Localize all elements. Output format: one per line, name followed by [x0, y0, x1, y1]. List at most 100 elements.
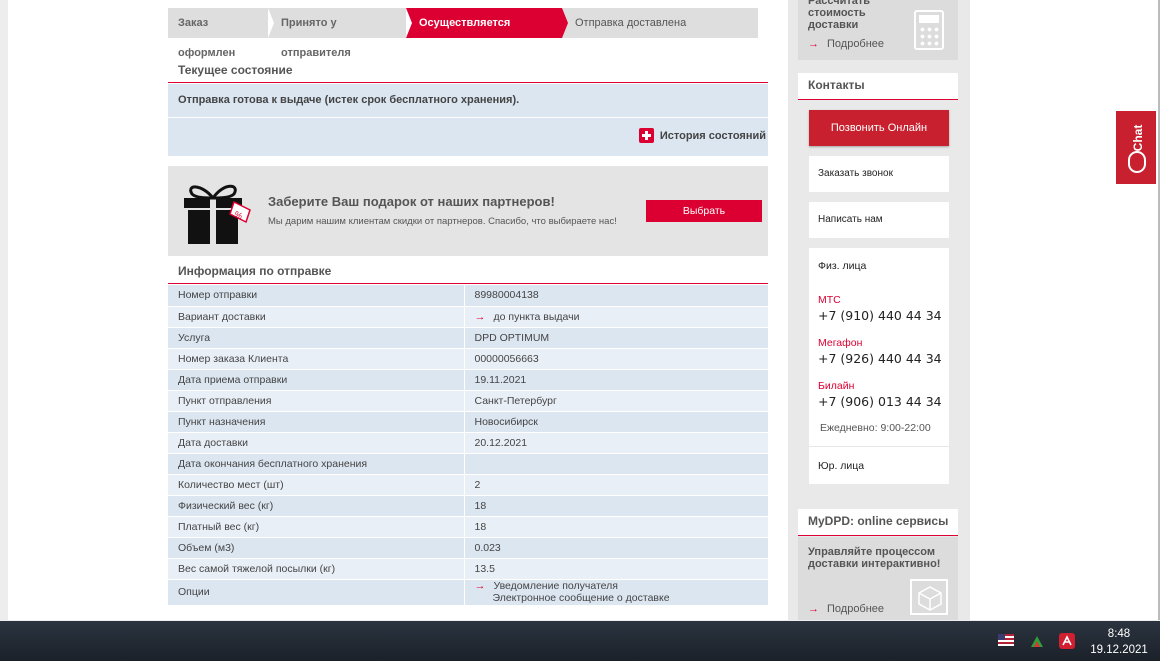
divider: [809, 446, 949, 447]
table-row: Дата доставки 20.12.2021: [168, 432, 768, 454]
row-label: Дата приема отправки: [168, 369, 465, 391]
contacts-title: Контакты: [798, 73, 958, 100]
row-value: 00000056663: [464, 348, 768, 370]
table-row: Вес самой тяжелой посылки (кг) 13.5: [168, 558, 768, 580]
row-value: 13.5: [464, 558, 768, 580]
row-value: 18: [464, 495, 768, 517]
clock-time: 8:48: [1107, 628, 1131, 640]
mydpd-text: Управляйте процессом доставки интерактив…: [808, 546, 941, 570]
phone-number[interactable]: +7 (906) 013 44 34: [818, 394, 942, 409]
row-label: Пункт назначения: [168, 411, 465, 433]
chat-icon: [1128, 151, 1146, 173]
row-label: Пункт отправления: [168, 390, 465, 412]
row-label: Физический вес (кг): [168, 495, 465, 517]
parcel-icon: [910, 579, 948, 615]
working-hours: Ежедневно: 9:00-22:00: [820, 422, 931, 434]
row-label: Количество мест (шт): [168, 474, 465, 496]
clock-date: 19.12.2021: [1090, 644, 1148, 656]
table-row: Платный вес (кг) 18: [168, 516, 768, 538]
row-value: [464, 453, 768, 475]
call-online-button[interactable]: Позвонить Онлайн: [809, 110, 949, 146]
table-row: Пункт отправления Санкт-Петербург: [168, 390, 768, 412]
mydpd-more-link[interactable]: → Подробнее: [808, 603, 884, 615]
table-row: Услуга DPD OPTIMUM: [168, 327, 768, 349]
row-value: 19.11.2021: [464, 369, 768, 391]
progress-steps: Заказ оформлен Принято у отправителя Осу…: [168, 8, 758, 59]
option-item[interactable]: → Уведомление получателя: [475, 580, 769, 592]
step-in-transit: Осуществляется перевозка: [406, 8, 568, 59]
row-label: Номер заказа Клиента: [168, 348, 465, 370]
row-label: Опции: [168, 579, 465, 606]
phones-panel: Физ. лица МТС +7 (910) 440 44 34 Мегафон…: [809, 248, 949, 484]
choose-button[interactable]: Выбрать: [646, 200, 762, 222]
row-value: 89980004138: [464, 285, 768, 307]
divider: [168, 117, 768, 118]
status-text: Отправка готова к выдаче (истек срок бес…: [178, 94, 520, 106]
table-row: Объем (м3) 0.023: [168, 537, 768, 559]
row-value: 0.023: [464, 537, 768, 559]
arrow-right-icon: →: [474, 310, 486, 323]
order-call-button[interactable]: Заказать звонок: [809, 156, 949, 192]
calc-more-link[interactable]: → Подробнее: [808, 38, 884, 50]
row-value: → до пункта выдачи: [464, 306, 768, 328]
table-row-options: Опции → Уведомление получателя Электронно…: [168, 579, 769, 606]
status-box: Отправка готова к выдаче (истек срок бес…: [168, 84, 768, 156]
legal-label[interactable]: Юр. лица: [818, 460, 864, 472]
option-item: Электронное сообщение о доставке: [492, 592, 670, 604]
mydpd-box: Управляйте процессом доставки интерактив…: [798, 537, 958, 620]
antivirus-icon[interactable]: [1059, 633, 1075, 649]
promo-title: Заберите Ваш подарок от наших партнеров!: [268, 194, 555, 209]
row-label: Объем (м3): [168, 537, 465, 559]
calculator-icon: [914, 10, 944, 50]
mydpd-title: MyDPD: online сервисы: [798, 509, 958, 536]
table-row: Пункт назначения Новосибирск: [168, 411, 768, 433]
system-clock[interactable]: 8:48 19.12.2021: [1088, 626, 1150, 658]
operator-name: Мегафон: [818, 337, 863, 349]
step-order-placed: Заказ оформлен: [168, 8, 274, 59]
step-delivered: Отправка доставлена: [562, 8, 758, 38]
option-label: Уведомление получателя: [493, 580, 618, 592]
write-us-button[interactable]: Написать нам: [809, 202, 949, 238]
row-label: Дата окончания бесплатного хранения: [168, 453, 465, 475]
delivery-variant-link[interactable]: до пункта выдачи: [494, 311, 580, 323]
row-value: DPD OPTIMUM: [464, 327, 768, 349]
step-label: Отправка доставлена: [575, 17, 687, 29]
table-row: Вариант доставки → до пункта выдачи: [168, 306, 768, 328]
promo-banner: % Заберите Ваш подарок от наших партнеро…: [168, 166, 768, 256]
row-value: 2: [464, 474, 768, 496]
taskbar: [0, 621, 1160, 661]
row-value: Новосибирск: [464, 411, 768, 433]
table-row: Дата окончания бесплатного хранения: [168, 453, 768, 475]
history-label: История состояний: [659, 129, 766, 142]
history-link[interactable]: История состояний: [638, 128, 766, 143]
arrow-right-icon: →: [808, 603, 819, 615]
row-label: Вес самой тяжелой посылки (кг): [168, 558, 465, 580]
gift-icon: %: [184, 184, 251, 244]
calculator-box: Рассчитать стоимость доставки → Подробне…: [798, 0, 958, 60]
promo-subtitle: Мы дарим нашим клиентам скидки от партне…: [268, 216, 617, 227]
operator-name: МТС: [818, 294, 841, 306]
chat-tab[interactable]: Chat: [1116, 111, 1156, 184]
individuals-label[interactable]: Физ. лица: [818, 260, 866, 272]
more-label: Подробнее: [827, 603, 885, 615]
table-row: Количество мест (шт) 2: [168, 474, 768, 496]
chat-label: Chat: [1131, 124, 1145, 152]
arrow-right-icon: →: [808, 38, 819, 50]
shipment-table: Номер отправки 89980004138 Вариант достав…: [168, 285, 768, 606]
row-value: → Уведомление получателя Электронное сооб…: [464, 579, 769, 606]
arrow-right-icon: →: [474, 580, 486, 592]
table-row: Номер заказа Клиента 00000056663: [168, 348, 768, 370]
shipment-info-title: Информация по отправке: [168, 258, 768, 284]
phone-number[interactable]: +7 (926) 440 44 34: [818, 351, 942, 366]
current-state-title: Текущее состояние: [168, 57, 768, 83]
row-value: 18: [464, 516, 768, 538]
network-icon[interactable]: [1029, 633, 1045, 649]
step-label: Заказ оформлен: [178, 17, 236, 59]
row-label: Платный вес (кг): [168, 516, 465, 538]
row-label: Услуга: [168, 327, 465, 349]
us-flag-icon[interactable]: [998, 634, 1014, 646]
operator-name: Билайн: [818, 380, 855, 392]
table-row: Номер отправки 89980004138: [168, 285, 768, 307]
phone-number[interactable]: +7 (910) 440 44 34: [818, 308, 942, 323]
calc-title: Рассчитать стоимость доставки: [808, 0, 871, 31]
